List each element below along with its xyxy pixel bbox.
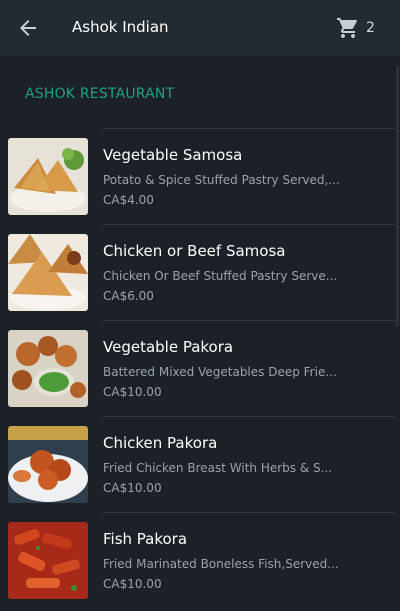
menu-item[interactable]: Vegetable Pakora Battered Mixed Vegetabl… xyxy=(0,320,396,416)
menu-item[interactable]: Chicken Pakora Fried Chicken Breast With… xyxy=(0,416,396,512)
item-name: Vegetable Samosa xyxy=(103,146,243,164)
item-description: Fried Marinated Boneless Fish,Served... xyxy=(103,557,339,571)
item-description: Chicken Or Beef Stuffed Pastry Serve... xyxy=(103,269,338,283)
food-image xyxy=(8,234,88,311)
item-description: Fried Chicken Breast With Herbs & S... xyxy=(103,461,333,475)
menu-item[interactable]: Vegetable Samosa Potato & Spice Stuffed … xyxy=(0,128,396,224)
cart-icon xyxy=(337,18,357,38)
item-description: Battered Mixed Vegetables Deep Frie... xyxy=(103,365,337,379)
divider xyxy=(102,320,396,321)
back-button[interactable] xyxy=(16,16,40,40)
item-price: CA$6.00 xyxy=(103,289,154,303)
menu-content: ASHOK RESTAURANT Vegetable Samosa Potato… xyxy=(0,56,400,611)
item-description: Potato & Spice Stuffed Pastry Served,... xyxy=(103,173,340,187)
page-title: Ashok Indian xyxy=(72,18,169,36)
menu-item[interactable]: Fish Pakora Fried Marinated Boneless Fis… xyxy=(0,512,396,608)
divider xyxy=(102,416,396,417)
scrollbar[interactable] xyxy=(396,66,399,326)
item-name: Chicken or Beef Samosa xyxy=(103,242,286,260)
item-price: CA$10.00 xyxy=(103,385,162,399)
item-name: Chicken Pakora xyxy=(103,434,218,452)
arrow-left-icon xyxy=(20,20,36,36)
cart-count-badge: 2 xyxy=(366,20,375,36)
app-bar: Ashok Indian 2 xyxy=(0,0,400,56)
food-image xyxy=(8,522,88,599)
divider xyxy=(102,128,396,129)
item-price: CA$10.00 xyxy=(103,481,162,495)
section-title: ASHOK RESTAURANT xyxy=(25,86,175,102)
item-price: CA$4.00 xyxy=(103,193,154,207)
divider xyxy=(102,512,396,513)
menu-item[interactable]: Chicken or Beef Samosa Chicken Or Beef S… xyxy=(0,224,396,320)
food-image xyxy=(8,330,88,407)
food-image xyxy=(8,426,88,503)
cart-button[interactable]: 2 xyxy=(336,15,375,41)
item-price: CA$10.00 xyxy=(103,577,162,591)
food-image xyxy=(8,138,88,215)
divider xyxy=(102,224,396,225)
item-name: Vegetable Pakora xyxy=(103,338,234,356)
item-name: Fish Pakora xyxy=(103,530,188,548)
